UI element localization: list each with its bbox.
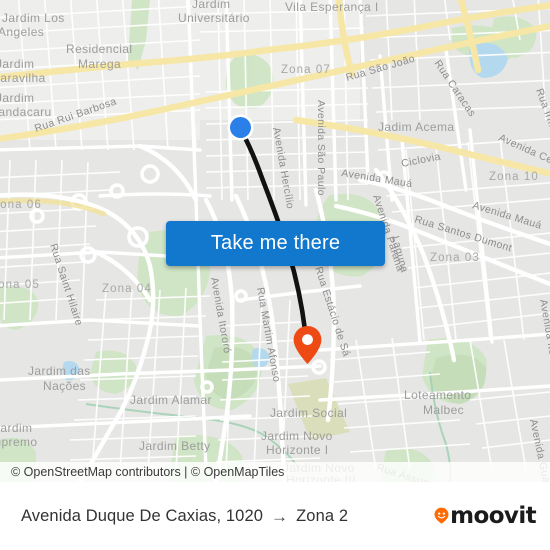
map-label: Horizonte I [266,443,328,457]
map-label: Angeles [0,25,44,39]
map-label: Nações [43,379,86,393]
map-label: Zona 03 [430,252,480,264]
map-label: Jardim Los [2,11,65,25]
arrow-right-icon: → [271,507,289,526]
moovit-wordmark: moovit [450,503,536,529]
map-label: Malbec [423,403,464,417]
map-label: Jardim [0,91,34,105]
map-label: Universitário [178,11,250,25]
moovit-logo[interactable]: moovit [434,503,537,529]
map-label: Jardim Social [270,406,347,420]
map-label: Jardim [192,0,230,11]
take-me-there-label: Take me there [210,232,341,254]
map-label: Jardim [0,421,32,435]
moovit-pin-icon [434,507,449,524]
map-label: Jadim Acema [378,120,454,134]
map-label: Loteamento [404,388,471,402]
map-label: Zona 06 [0,199,42,211]
map-attribution: © OpenStreetMap contributors | © OpenMap… [0,462,550,482]
map-label: Avenida São Paulo [315,100,327,196]
map-label: Jardim [0,57,34,71]
map-label: Jardim das [28,364,91,378]
map-label: Zona 10 [489,171,539,183]
map-label: Vila Esperança I [285,0,379,14]
map-screen: Jardim LosAngelesJardimMaravilhaJardimMa… [0,0,550,550]
destination-pin-icon[interactable] [292,325,323,365]
map-label: Residencial [66,42,132,56]
take-me-there-button[interactable]: Take me there [166,221,385,266]
trip-destination-label: Zona 2 [296,507,349,525]
trip-endpoints: Avenida Duque De Caxias, 1020 → Zona 2 [21,506,348,526]
map-label: Jardim Novo [261,429,333,443]
map-label: Supremo [0,435,38,449]
trip-summary-bar: Avenida Duque De Caxias, 1020 → Zona 2 moo… [0,482,550,550]
trip-origin-label: Avenida Duque De Caxias, 1020 [21,507,264,525]
map-label: Zona 07 [281,64,331,76]
map-label: Zona 04 [102,283,152,295]
map-label: Marega [78,57,121,71]
map-label: Jardim Betty [139,439,211,453]
map-label: Maravilha [0,71,46,85]
map-label: Jardim Alamar [130,393,212,407]
map-label: Mandacaru [0,105,52,119]
origin-marker-icon[interactable] [226,113,255,142]
map-label: Zona 05 [0,279,40,291]
